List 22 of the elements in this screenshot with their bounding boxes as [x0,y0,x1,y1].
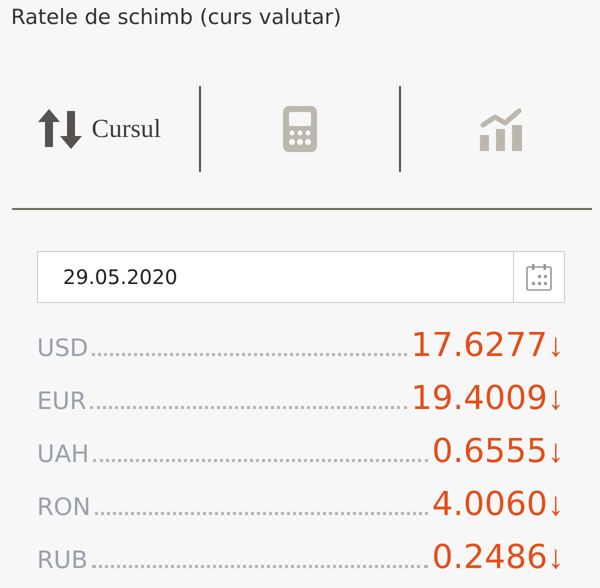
trend-arrow: ↓ [548,379,564,417]
trend-arrow: ↓ [548,432,564,470]
calculator-icon [283,106,317,152]
rate-value: 4.0060 [432,484,548,523]
currency-code: USD [37,334,88,362]
trend-arrow: ↓ [548,485,564,523]
currency-code: RON [37,493,91,521]
currency-code: EUR [37,387,86,415]
rate-value: 17.6277 [411,325,548,364]
rate-value: 19.4009 [411,378,548,417]
page-title: Ratele de schimb (curs valutar) [10,4,342,31]
bar-chart-icon [478,107,523,151]
currency-code: RUB [37,546,88,574]
trend-arrow: ↓ [548,538,564,576]
rate-value: 0.6555 [432,431,548,470]
tab[interactable]: Cursul [0,99,199,159]
trend-arrow: ↓ [548,326,564,364]
rate-value: 0.2486 [432,537,548,576]
calendar-icon [526,263,552,291]
date-field[interactable]: 29.05.2020 [37,251,565,303]
up-down-arrows-icon [38,109,82,149]
currency-code: UAH [37,440,90,468]
